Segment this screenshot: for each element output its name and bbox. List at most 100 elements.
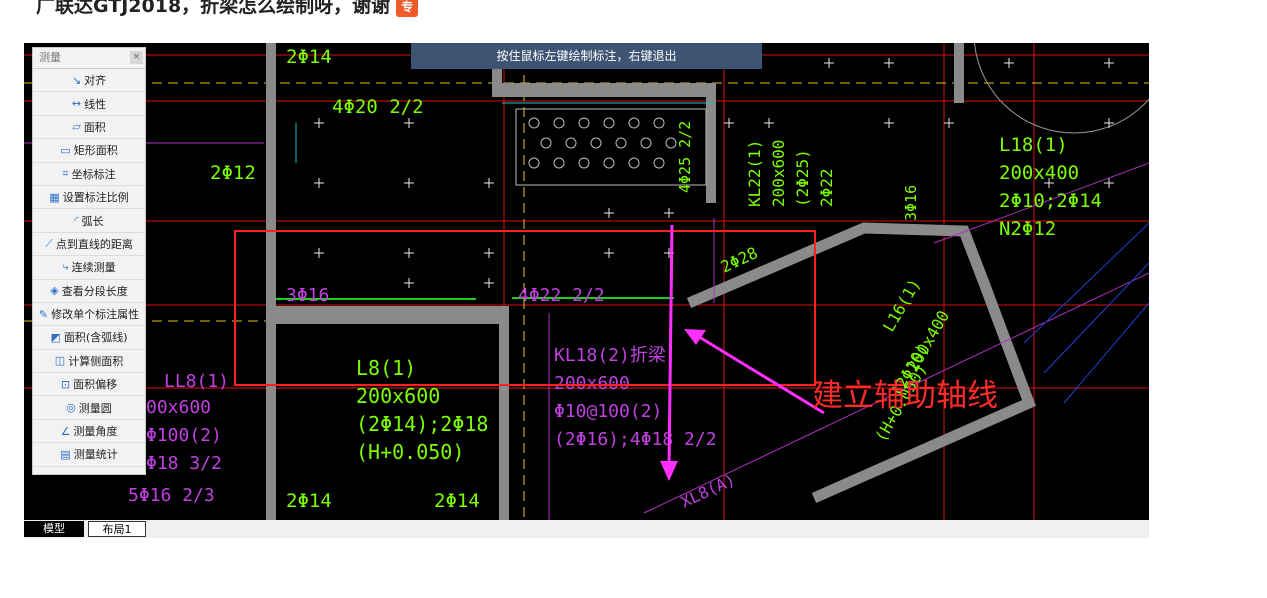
- tool-icon: ⊡: [60, 377, 71, 391]
- tool-icon: ↘: [71, 73, 82, 87]
- tool-label: 计算侧面积: [68, 354, 124, 368]
- tool-item[interactable]: ⌗ 坐标标注: [33, 163, 145, 186]
- question-title: 广联达GTJ2018，折梁怎么绘制呀，谢谢专: [36, 0, 419, 18]
- question-text: 广联达GTJ2018，折梁怎么绘制呀，谢谢: [36, 0, 391, 17]
- cad-label: (2Φ16);4Φ18 2/2: [554, 429, 717, 450]
- tool-label: 修改单个标注属性: [51, 308, 140, 322]
- tool-icon: ⤷: [62, 260, 69, 274]
- cad-label: Φ100(2): [146, 425, 222, 446]
- cad-label: XL8(A): [678, 470, 738, 512]
- tool-item[interactable]: ⊡ 面积偏移: [33, 373, 145, 397]
- tool-icon: ✎: [38, 307, 49, 321]
- cad-label: 2Φ12: [210, 162, 256, 184]
- arrow-down-head: [660, 461, 678, 481]
- cad-label: Φ10@100(2): [554, 401, 662, 422]
- hint-bar: 按住鼠标左键绘制标注，右键退出: [411, 43, 762, 69]
- tool-item[interactable]: ⤷ 连续测量: [33, 256, 145, 280]
- wall-3: [492, 83, 712, 97]
- tool-icon: ◎: [66, 401, 76, 415]
- tool-item[interactable]: ▱ 面积: [33, 116, 145, 140]
- cad-label: 3Φ16: [286, 285, 329, 306]
- cad-label: KL22(1): [745, 140, 764, 207]
- cad-label: (H+0.050): [356, 440, 464, 464]
- cad-label: 2Φ10;2Φ14: [999, 190, 1102, 212]
- tab-model[interactable]: 模型: [24, 521, 84, 537]
- cad-label: 2Φ14: [286, 46, 332, 68]
- tool-icon: ◜: [74, 214, 79, 228]
- tool-label: 点到直线的距离: [55, 237, 133, 251]
- tool-item[interactable]: ▭ 矩形面积: [33, 139, 145, 163]
- cad-label: Φ18 3/2: [146, 453, 222, 474]
- arrow-diag-head: [684, 329, 706, 345]
- tool-item[interactable]: ▦ 设置标注比例: [33, 186, 145, 210]
- cad-label: (2Φ14);2Φ18: [356, 412, 488, 436]
- tool-icon: ▦: [49, 190, 60, 204]
- tool-item[interactable]: ◎ 测量圆: [33, 396, 145, 420]
- tool-list: ↘ 对齐 ↔ 线性 ▱ 面积 ▭ 矩形面积 ⌗ 坐标标注 ▦ 设置标注比例 ◜ 弧长 ⟋ 点到直线的距离 ⤷ 连续…: [33, 69, 145, 467]
- tool-icon: ◫: [54, 354, 66, 368]
- tool-item[interactable]: ↔ 线性: [33, 92, 145, 116]
- tool-icon: ▤: [60, 447, 71, 461]
- cad-label: 3Φ16: [902, 185, 920, 221]
- cad-label: (2Φ25): [793, 149, 812, 207]
- measure-panel: 测量 × ↘ 对齐 ↔ 线性 ▱ 面积 ▭ 矩形面积 ⌗ 坐标标注 ▦ 设置标注比例 ◜ 弧长 ⟋ 点到直线的…: [32, 47, 146, 475]
- cad-label: 200x600: [769, 140, 788, 207]
- cad-label: 200x600: [356, 384, 440, 408]
- tool-label: 坐标标注: [71, 167, 116, 181]
- cad-label: 4Φ22 2/2: [518, 285, 605, 306]
- tool-icon: ∠: [60, 424, 71, 438]
- cad-label: 5Φ16 2/3: [128, 485, 215, 506]
- cad-label: 2Φ22: [817, 168, 836, 207]
- tool-label: 测量统计: [73, 448, 118, 462]
- cad-label: LL8(1): [164, 371, 229, 392]
- circle-outline: [974, 43, 1149, 134]
- panel-title: 测量: [39, 51, 61, 64]
- cad-label: L8(1): [356, 356, 416, 380]
- tool-icon: ⟋: [45, 236, 53, 250]
- tool-item[interactable]: ◜ 弧长: [33, 209, 145, 233]
- tool-label: 面积偏移: [73, 378, 118, 392]
- arrow-diag-shaft: [695, 333, 825, 415]
- tool-item[interactable]: ✎ 修改单个标注属性: [33, 303, 145, 327]
- tool-item[interactable]: ◩ 面积(含弧线): [33, 326, 145, 350]
- wall-6: [954, 43, 964, 103]
- tool-item[interactable]: ⟋ 点到直线的距离: [33, 233, 145, 257]
- tool-item[interactable]: ↘ 对齐: [33, 69, 145, 93]
- panel-close-button[interactable]: ×: [130, 51, 143, 64]
- tool-item[interactable]: ∠ 测量角度: [33, 420, 145, 444]
- cad-label: 2Φ14: [286, 490, 332, 512]
- cad-canvas[interactable]: 2Φ14 4Φ20 2/2 2Φ12 3Φ16 4Φ22 2/2 L8(1) 2…: [24, 43, 1149, 520]
- tab-layout1[interactable]: 布局1: [88, 521, 146, 537]
- cad-label: 2Φ14: [434, 490, 480, 512]
- tool-icon: ▭: [60, 143, 71, 157]
- tool-label: 对齐: [84, 74, 107, 88]
- tool-label: 面积: [83, 120, 106, 134]
- tool-label: 线性: [84, 97, 107, 111]
- tool-label: 查看分段长度: [61, 284, 128, 298]
- cad-label: L18(1): [999, 134, 1068, 156]
- blue-line-2: [1043, 262, 1149, 374]
- cad-label: 4Φ20 2/2: [332, 96, 424, 118]
- tool-icon: ◩: [50, 330, 61, 344]
- tool-item[interactable]: ◈ 查看分段长度: [33, 280, 145, 303]
- tool-icon: ▱: [72, 120, 81, 134]
- tool-icon: ↔: [71, 97, 82, 111]
- tool-item[interactable]: ▤ 测量统计: [33, 443, 145, 467]
- tool-label: 连续测量: [71, 261, 116, 275]
- wall-4: [706, 83, 716, 203]
- beam-1: [276, 306, 504, 324]
- wall-1: [266, 43, 276, 520]
- cad-label: N2Φ12: [999, 218, 1056, 240]
- tool-label: 面积(含弧线): [63, 331, 128, 345]
- tool-label: 矩形面积: [73, 144, 118, 158]
- wall-5: [499, 306, 509, 520]
- cad-label: KL18(2)折梁: [554, 345, 666, 366]
- tool-label: 测量圆: [78, 401, 112, 415]
- tool-item[interactable]: ◫ 计算侧面积: [33, 350, 145, 374]
- tool-label: 弧长: [81, 214, 104, 228]
- expert-badge: 专: [396, 0, 419, 17]
- panel-header: 测量 ×: [33, 48, 145, 69]
- layout-tabs: 模型 布局1: [24, 520, 1149, 538]
- cad-label: 00x600: [146, 397, 211, 418]
- cad-drawing: 2Φ14 4Φ20 2/2 2Φ12 3Φ16 4Φ22 2/2 L8(1) 2…: [24, 43, 1149, 520]
